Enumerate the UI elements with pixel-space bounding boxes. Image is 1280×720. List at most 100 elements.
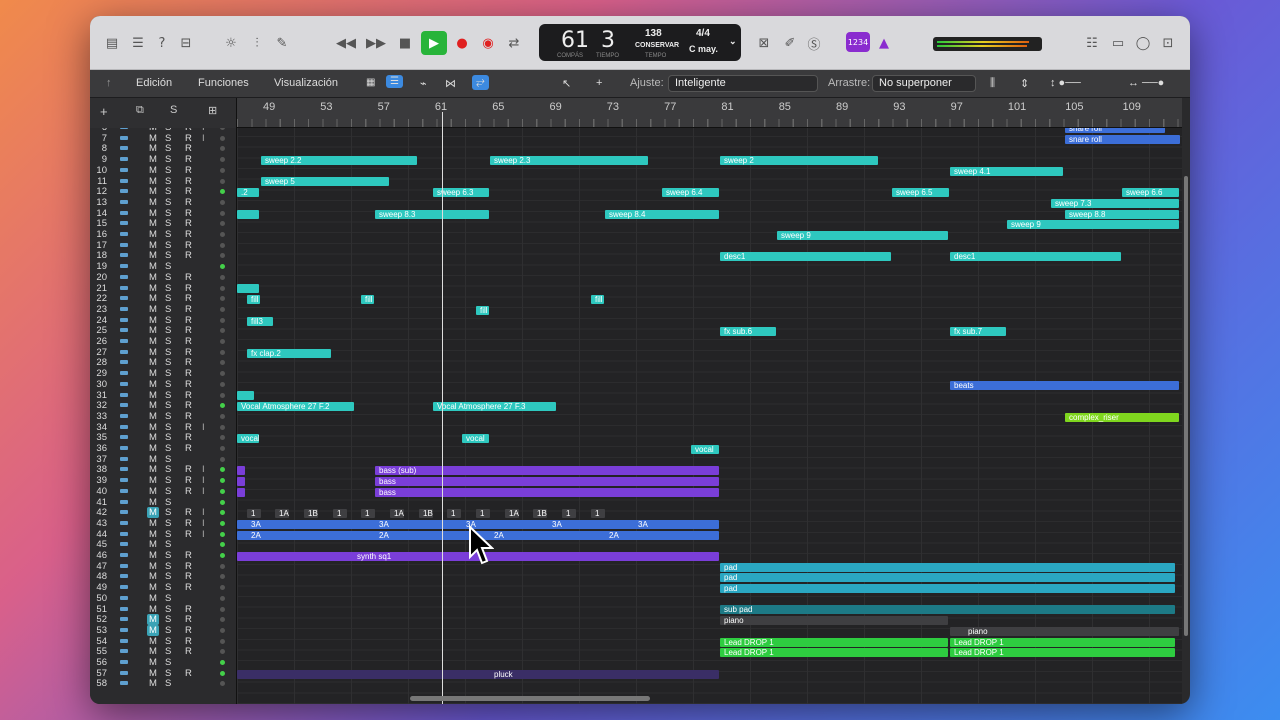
record-enable-button[interactable]: R [185,529,192,540]
region-desc[interactable]: desc1 [950,252,1121,262]
solo-button[interactable]: S [165,304,171,315]
region-pluck[interactable]: pluck [237,669,719,679]
mute-button[interactable]: M [147,624,159,636]
record-enable-button[interactable]: R [185,561,192,572]
record-enable-button[interactable]: R [185,315,192,326]
track-header[interactable]: 45 M S [90,539,236,550]
record-enable-button[interactable]: R [185,208,192,219]
track-header[interactable]: 50 M S [90,593,236,604]
solo-button[interactable]: S [165,646,171,657]
region-lead[interactable]: Lead DROP 1 [720,637,948,647]
track-header[interactable]: 55 M S R [90,646,236,657]
record-enable-button[interactable]: R [185,464,192,475]
solo-button[interactable]: S [165,218,171,229]
solo-button[interactable]: S [165,154,171,165]
mute-button[interactable]: M [147,454,159,465]
mute-button[interactable]: M [147,229,159,240]
solo-button[interactable]: S [165,379,171,390]
region-sweep[interactable]: sweep 5 [261,177,389,187]
solo-button[interactable]: S [165,625,171,636]
record-enable-button[interactable]: R [185,646,192,657]
mute-button[interactable]: M [147,390,159,401]
track-header[interactable]: 44 M S R I [90,529,236,540]
solo-button[interactable]: S [165,325,171,336]
track-header[interactable]: 51 M S R [90,604,236,615]
mute-button[interactable]: M [147,133,159,144]
drag-dropdown[interactable]: No superponer [872,75,976,92]
menu-edit[interactable]: Edición [136,77,172,89]
record-enable-button[interactable]: R [185,368,192,379]
region-drum[interactable]: 1 [591,509,605,519]
record-enable-button[interactable]: R [185,165,192,176]
solo-button[interactable]: S [165,293,171,304]
solo-button[interactable]: S [165,250,171,261]
track-header[interactable]: 39 M S R I [90,475,236,486]
region-drum[interactable]: 1A [390,509,404,519]
catch-icon[interactable]: ⥂ [472,75,489,90]
region-sweep[interactable]: sweep 6.5 [892,188,949,198]
region-sweep[interactable]: sweep 8.8 [1065,209,1179,219]
region-sweep[interactable] [237,209,259,219]
solo-button[interactable]: S [165,411,171,422]
record-enable-button[interactable]: R [185,550,192,561]
record-enable-button[interactable]: R [185,154,192,165]
chevron-down-icon[interactable]: ⌄ [729,36,737,47]
track-header[interactable]: 22 M S R [90,293,236,304]
region-desc[interactable]: desc1 [720,252,891,262]
add-track-icon[interactable]: + [100,104,108,119]
inspector-icon[interactable]: ☰ [128,33,148,53]
region-drum[interactable]: 1A [505,509,519,519]
record-enable-button[interactable]: R [185,240,192,251]
capture-record-icon[interactable]: ◉ [478,33,498,53]
mute-button[interactable]: M [147,464,159,475]
region-fill[interactable]: fill [247,295,260,305]
track-header[interactable]: 26 M S R [90,336,236,347]
automation-icon[interactable]: ⌁ [420,77,427,90]
region-vocal[interactable]: Vocal Atmosphere 27 F.3 [433,402,556,412]
region-sweep[interactable]: sweep 8.3 [375,209,489,219]
solo-button[interactable]: S [165,422,171,433]
mute-button[interactable]: M [147,315,159,326]
solo-button[interactable]: S [165,336,171,347]
mute-button[interactable]: M [147,400,159,411]
folder-icon[interactable]: ⊞ [208,104,217,117]
track-header[interactable]: 31 M S R [90,390,236,401]
region-drum[interactable]: 1B [533,509,547,519]
record-enable-button[interactable]: R [185,186,192,197]
record-enable-button[interactable]: R [185,518,192,529]
vertical-scrollbar[interactable] [1184,176,1188,636]
input-monitor-button[interactable]: I [202,507,205,518]
mute-button[interactable]: M [147,186,159,197]
mute-button[interactable]: M [147,218,159,229]
record-enable-button[interactable]: R [185,390,192,401]
track-header[interactable]: 52 M S R [90,614,236,626]
mute-button[interactable]: M [147,475,159,486]
record-enable-button[interactable]: R [185,571,192,582]
region-fill[interactable]: fill3 [247,316,273,326]
record-enable-button[interactable]: R [185,143,192,154]
region-beats[interactable]: beats [950,380,1179,390]
solo-button[interactable]: S [165,582,171,593]
solo-button[interactable]: S [165,133,171,144]
lcd-display[interactable]: 61 3 COMPÁS TIEMPO 138 CONSERVAR TEMPO 4… [539,24,741,61]
track-header[interactable]: 41 M S [90,497,236,508]
mute-button[interactable]: M [147,657,159,668]
mute-button[interactable]: M [147,593,159,604]
library-icon[interactable]: ▤ [102,33,122,53]
cycle-icon[interactable]: ⇄ [504,33,524,53]
track-header[interactable]: 25 M S R [90,325,236,336]
solo-icon[interactable]: S [170,104,177,116]
region-bass[interactable] [237,477,245,486]
solo-button[interactable]: S [165,272,171,283]
solo-button[interactable]: S [165,197,171,208]
mute-button[interactable]: M [147,582,159,593]
region-bass[interactable] [237,466,245,476]
mute-button[interactable]: M [147,432,159,443]
mute-button[interactable]: M [147,165,159,176]
help-icon[interactable]: ? [152,33,172,53]
rewind-icon[interactable]: ◀◀ [336,33,356,53]
track-header[interactable]: 7 MS RI [90,133,236,144]
horizontal-scrollbar[interactable] [410,696,650,701]
solo-button[interactable]: S [165,390,171,401]
region-drum[interactable]: 1B [304,509,318,519]
